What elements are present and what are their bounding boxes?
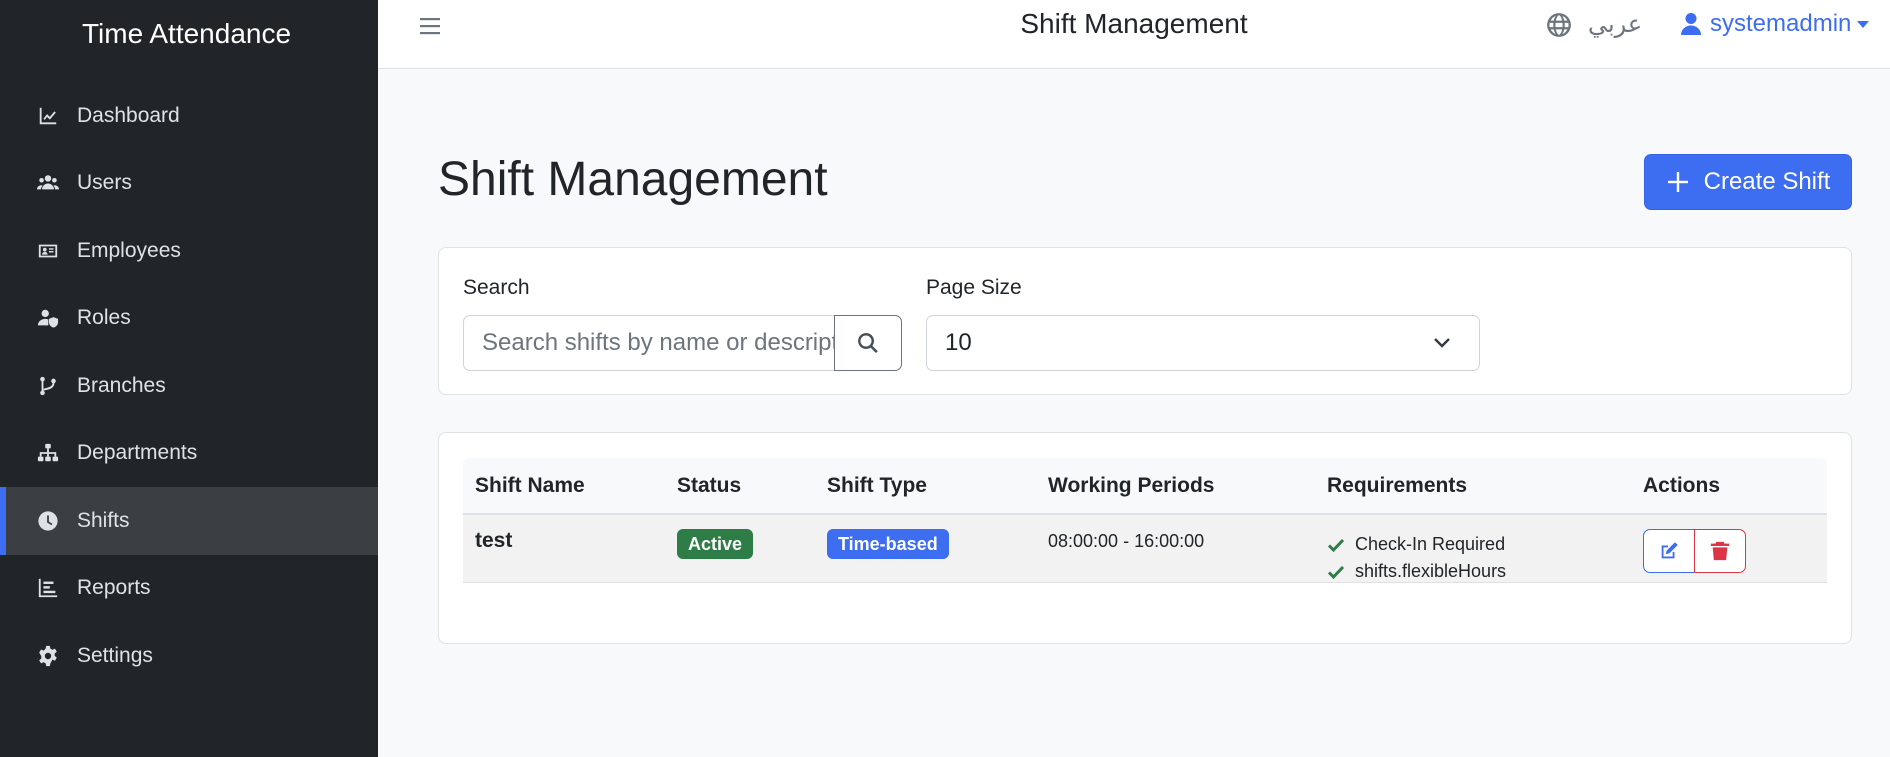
create-shift-label: Create Shift	[1703, 168, 1831, 195]
chart-bar-icon	[35, 575, 61, 601]
app-brand: Time Attendance	[81, 18, 292, 49]
column-header-requirements[interactable]: Requirements	[1327, 474, 1467, 498]
page-size-select[interactable]: 10	[926, 315, 1480, 371]
page-size-value: 10	[945, 329, 972, 356]
sidebar-item-roles[interactable]: Roles	[3, 285, 378, 353]
user-menu[interactable]: systemadmin	[1680, 10, 1870, 38]
user-name: systemadmin	[1710, 10, 1852, 37]
shifts-table-card: Shift Name Status Shift Type Working Per…	[438, 432, 1852, 644]
clock-icon	[35, 508, 61, 534]
sidebar-item-label: Reports	[77, 576, 151, 600]
trash-icon	[1710, 541, 1730, 561]
sidebar-item-users[interactable]: Users	[3, 150, 378, 218]
sidebar: Time Attendance Dashboard Users Employee…	[0, 0, 378, 757]
requirement-label: Check-In Required	[1355, 534, 1506, 554]
gear-icon	[35, 643, 61, 669]
table-row: test Active Time-based 08:00:00 - 16:00:…	[463, 515, 1827, 583]
top-navbar: Shift Management عربي systemadmin	[378, 0, 1890, 69]
globe-icon	[1547, 12, 1571, 37]
table-header: Shift Name Status Shift Type Working Per…	[463, 458, 1827, 515]
column-header-shift-name[interactable]: Shift Name	[475, 474, 585, 498]
sidebar-item-dashboard[interactable]: Dashboard	[3, 82, 378, 150]
chart-line-icon	[35, 103, 61, 129]
shift-type-badge: Time-based	[827, 529, 949, 559]
sidebar-item-label: Departments	[77, 441, 198, 465]
shift-name: test	[475, 529, 513, 552]
page-size-label: Page Size	[926, 276, 1022, 299]
create-shift-button[interactable]: Create Shift	[1644, 154, 1852, 210]
navbar-title: Shift Management	[1020, 8, 1248, 39]
column-header-actions: Actions	[1643, 474, 1721, 497]
sidebar-item-shifts[interactable]: Shifts	[0, 487, 378, 555]
sidebar-item-departments[interactable]: Departments	[3, 420, 378, 488]
user-shield-icon	[35, 305, 61, 331]
language-label: عربي	[1588, 11, 1643, 38]
menu-toggle-button[interactable]	[416, 12, 444, 40]
column-header-shift-type[interactable]: Shift Type	[827, 474, 927, 498]
sidebar-item-branches[interactable]: Branches	[3, 352, 378, 420]
search-button[interactable]	[834, 315, 902, 371]
edit-icon	[1661, 542, 1678, 559]
sidebar-item-label: Branches	[77, 373, 166, 397]
user-icon	[1681, 13, 1701, 35]
requirements-list: Check-In Required shifts.flexibleHours	[1327, 531, 1506, 585]
requirement-label: shifts.flexibleHours	[1355, 561, 1507, 581]
column-header-working-periods[interactable]: Working Periods	[1048, 474, 1214, 498]
code-branch-icon	[35, 373, 61, 399]
edit-shift-button[interactable]	[1643, 529, 1695, 573]
check-icon	[1327, 538, 1345, 552]
search-input[interactable]: Search shifts by name or description...	[463, 315, 835, 371]
search-label: Search	[463, 276, 530, 299]
sidebar-item-employees[interactable]: Employees	[3, 217, 378, 285]
column-header-status[interactable]: Status	[677, 474, 741, 498]
hamburger-icon	[420, 18, 440, 35]
plus-icon	[1667, 172, 1688, 192]
sidebar-item-label: Roles	[77, 306, 131, 330]
sidebar-item-label: Dashboard	[77, 103, 180, 127]
sidebar-item-label: Shifts	[77, 508, 130, 532]
sidebar-item-label: Employees	[77, 238, 181, 262]
chevron-down-icon	[1434, 338, 1450, 348]
requirement-item: Check-In Required	[1327, 531, 1506, 558]
search-icon	[858, 333, 878, 353]
requirement-item: shifts.flexibleHours	[1327, 558, 1506, 585]
language-switcher[interactable]: عربي	[1546, 10, 1642, 39]
check-icon	[1327, 565, 1345, 579]
page-title: Shift Management	[438, 153, 828, 206]
sidebar-item-reports[interactable]: Reports	[3, 555, 378, 623]
delete-shift-button[interactable]	[1694, 529, 1746, 573]
caret-down-icon	[1857, 20, 1870, 28]
sidebar-item-label: Settings	[77, 643, 153, 667]
users-icon	[35, 170, 61, 196]
sidebar-nav: Dashboard Users Employees Roles Branches…	[0, 82, 378, 690]
sidebar-item-settings[interactable]: Settings	[3, 622, 378, 690]
sitemap-icon	[35, 440, 61, 466]
id-card-icon	[35, 238, 61, 264]
filters-card: Search Search shifts by name or descript…	[438, 247, 1852, 395]
status-badge: Active	[677, 529, 754, 559]
sidebar-item-label: Users	[77, 171, 132, 195]
working-period: 08:00:00 - 16:00:00	[1048, 531, 1205, 551]
